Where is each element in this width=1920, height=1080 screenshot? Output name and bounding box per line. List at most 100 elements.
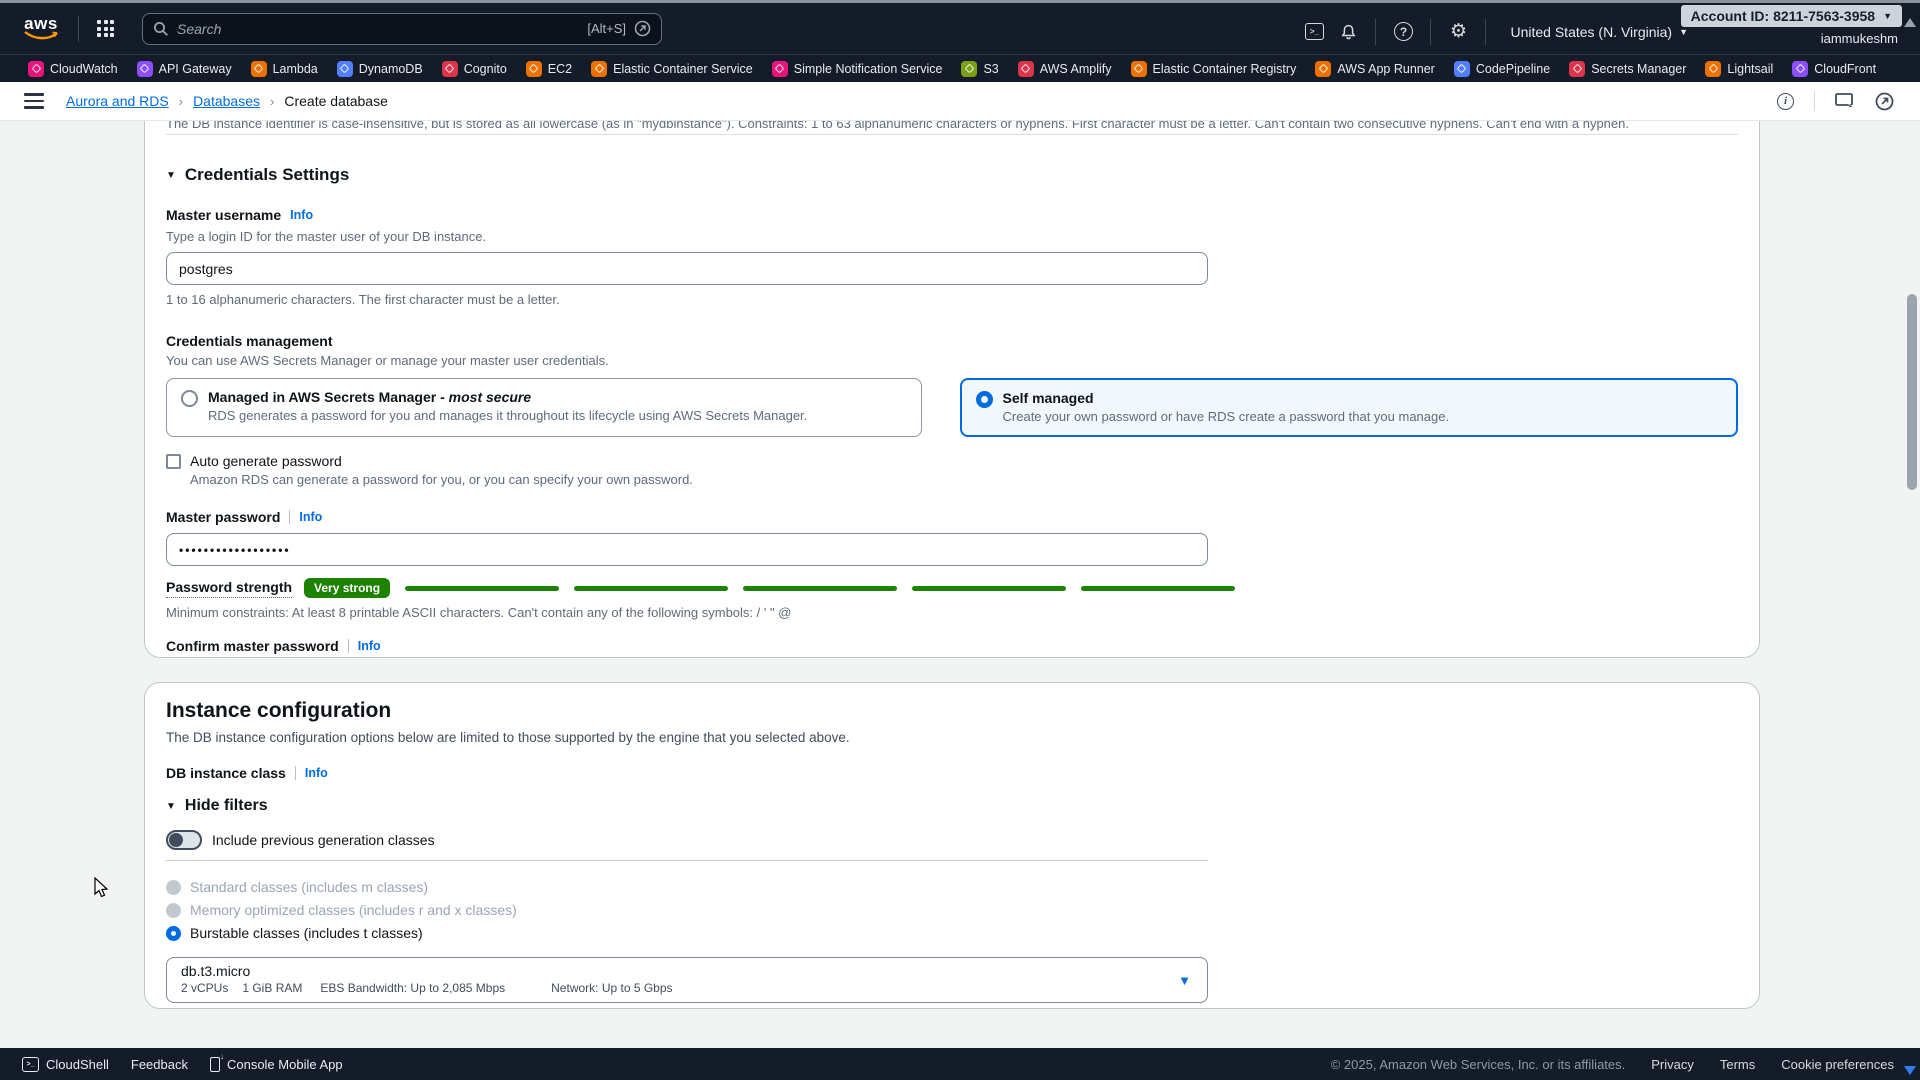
info-panel-icon[interactable]: i (1777, 93, 1794, 110)
db-instance-class-dropdown[interactable]: db.t3.micro 2 vCPUs 1 GiB RAM EBS Bandwi… (166, 957, 1208, 1003)
confirm-password-info-link[interactable]: Info (358, 639, 381, 653)
favorites-item-api-gateway[interactable]: API Gateway (137, 61, 232, 77)
strength-bar-segment (574, 586, 728, 591)
db-instance-class-label: DB instance class (166, 765, 286, 781)
favorites-item-secrets-manager[interactable]: Secrets Manager (1569, 61, 1686, 77)
favorites-item-label: CloudWatch (50, 62, 118, 76)
class-option-memory: Memory optimized classes (includes r and… (166, 902, 1738, 918)
favorites-item-label: Secrets Manager (1591, 62, 1686, 76)
favorites-item-s3[interactable]: S3 (961, 61, 998, 77)
class-option-label: Memory optimized classes (includes r and… (190, 902, 517, 918)
radio-unselected-icon[interactable] (181, 390, 198, 407)
footer-cloudshell-button[interactable]: >_ CloudShell (22, 1057, 109, 1072)
favorites-item-dynamodb[interactable]: DynamoDB (337, 61, 423, 77)
ec2-icon (526, 61, 542, 77)
master-password-input[interactable]: •••••••••••••••••• (166, 533, 1208, 566)
favorites-item-elastic-container-registry[interactable]: Elastic Container Registry (1131, 61, 1297, 77)
option-title: Self managed (1003, 390, 1450, 406)
class-option-label: Standard classes (includes m classes) (190, 879, 428, 895)
triangle-down-icon: ▼ (166, 170, 176, 181)
footer-feedback-button[interactable]: Feedback (131, 1057, 188, 1072)
account-id-tooltip[interactable]: Account ID: 8211-7563-3958 ▼ (1681, 5, 1902, 27)
chevron-right-icon: › (270, 94, 274, 109)
master-password-value: •••••••••••••••••• (179, 543, 291, 557)
instance-configuration-card: Instance configuration The DB instance c… (144, 682, 1760, 1009)
password-strength-bars (405, 586, 1235, 591)
settings-gear-icon[interactable]: ⚙ (1441, 15, 1475, 49)
region-selector[interactable]: United States (N. Virginia) ▼ (1510, 24, 1688, 40)
auto-generate-password-label: Auto generate password (190, 453, 342, 469)
search-input[interactable]: Search [Alt+S] (142, 13, 662, 45)
favorites-item-ec2[interactable]: EC2 (526, 61, 572, 77)
favorites-item-cognito[interactable]: Cognito (442, 61, 507, 77)
services-grid-icon[interactable] (97, 20, 114, 37)
console-footer: >_ CloudShell Feedback Console Mobile Ap… (0, 1048, 1920, 1080)
footer-link-terms[interactable]: Terms (1720, 1057, 1755, 1072)
master-username-label: Master username (166, 207, 281, 223)
hide-filters-toggle[interactable]: ▼ Hide filters (166, 797, 1208, 815)
auto-generate-password-desc: Amazon RDS can generate a password for y… (190, 472, 1738, 487)
scrollbar-down-arrow[interactable] (1904, 1066, 1916, 1075)
favorites-item-label: DynamoDB (359, 62, 423, 76)
db-instance-class-info-link[interactable]: Info (305, 766, 328, 780)
chevron-right-icon: › (179, 94, 183, 109)
master-username-info-link[interactable]: Info (290, 208, 313, 222)
option-title: Managed in AWS Secrets Manager - (208, 389, 449, 405)
favorites-item-label: Cognito (464, 62, 507, 76)
scrollbar-thumb[interactable] (1907, 294, 1917, 490)
topbar-actions: >_ ? ⚙ United States (N. Virginia) ▼ (1297, 6, 1688, 57)
s3-icon (961, 61, 977, 77)
radio-selected-icon[interactable] (976, 391, 993, 408)
menu-hamburger-icon[interactable] (24, 93, 44, 109)
master-username-input[interactable]: postgres (166, 252, 1208, 285)
dropdown-caret-icon: ▼ (1178, 973, 1191, 988)
credentials-management-options: Managed in AWS Secrets Manager - most se… (166, 378, 1738, 437)
lightsail-icon (1705, 61, 1721, 77)
window-edge (0, 0, 1920, 3)
amplify-icon (1018, 61, 1034, 77)
shortcuts-icon[interactable] (1875, 92, 1894, 111)
favorites-item-cloudwatch[interactable]: CloudWatch (28, 61, 118, 77)
credentials-settings-header[interactable]: ▼ Credentials Settings (166, 165, 1738, 185)
favorites-item-elastic-container-service[interactable]: Elastic Container Service (591, 61, 753, 77)
divider (1430, 19, 1431, 45)
favorites-item-codepipeline[interactable]: CodePipeline (1454, 61, 1550, 77)
password-strength-row: Password strength Very strong (166, 578, 1738, 598)
breadcrumb-aurora-rds[interactable]: Aurora and RDS (66, 93, 169, 109)
help-icon[interactable]: ? (1386, 15, 1420, 49)
master-password-info-link[interactable]: Info (299, 510, 322, 524)
favorites-item-aws-app-runner[interactable]: AWS App Runner (1315, 61, 1435, 77)
favorites-item-lightsail[interactable]: Lightsail (1705, 61, 1773, 77)
codepipeline-icon (1454, 61, 1470, 77)
footer-link-cookie-preferences[interactable]: Cookie preferences (1781, 1057, 1894, 1072)
cloudshell-icon[interactable]: >_ (1297, 15, 1331, 49)
scrollbar-up-arrow[interactable] (1904, 18, 1916, 27)
cloudfront-icon (1792, 61, 1808, 77)
dropdown-selected-value: db.t3.micro (181, 963, 1193, 979)
divider (1814, 91, 1815, 111)
footer-mobile-app-button[interactable]: Console Mobile App (210, 1057, 343, 1072)
option-self-managed[interactable]: Self managed Create your own password or… (960, 378, 1738, 437)
footer-link-privacy[interactable]: Privacy (1651, 1057, 1694, 1072)
search-icon (153, 21, 169, 37)
db-identifier-hint-clipped: The DB instance identifier is case-insen… (166, 121, 1738, 133)
sns-icon (772, 61, 788, 77)
radio-selected-icon[interactable] (166, 926, 181, 941)
breadcrumb-databases[interactable]: Databases (193, 93, 260, 109)
spec-ram: 1 GiB RAM (242, 981, 302, 995)
auto-generate-password-checkbox[interactable] (166, 454, 181, 469)
favorites-item-lambda[interactable]: Lambda (251, 61, 318, 77)
strength-bar-segment (743, 586, 897, 591)
option-managed-secrets-manager[interactable]: Managed in AWS Secrets Manager - most se… (166, 378, 922, 437)
credentials-settings-title: Credentials Settings (185, 165, 349, 185)
favorites-item-simple-notification-service[interactable]: Simple Notification Service (772, 61, 943, 77)
aws-logo[interactable]: aws (22, 17, 60, 40)
notifications-bell-icon[interactable] (1331, 15, 1365, 49)
favorites-item-cloudfront[interactable]: CloudFront (1792, 61, 1876, 77)
previous-generation-toggle[interactable] (166, 830, 202, 850)
class-option-burstable[interactable]: Burstable classes (includes t classes) (166, 925, 1738, 941)
favorites-item-label: Elastic Container Registry (1153, 62, 1297, 76)
divider (166, 134, 1738, 135)
display-icon[interactable] (1835, 93, 1855, 110)
favorites-item-aws-amplify[interactable]: AWS Amplify (1018, 61, 1112, 77)
